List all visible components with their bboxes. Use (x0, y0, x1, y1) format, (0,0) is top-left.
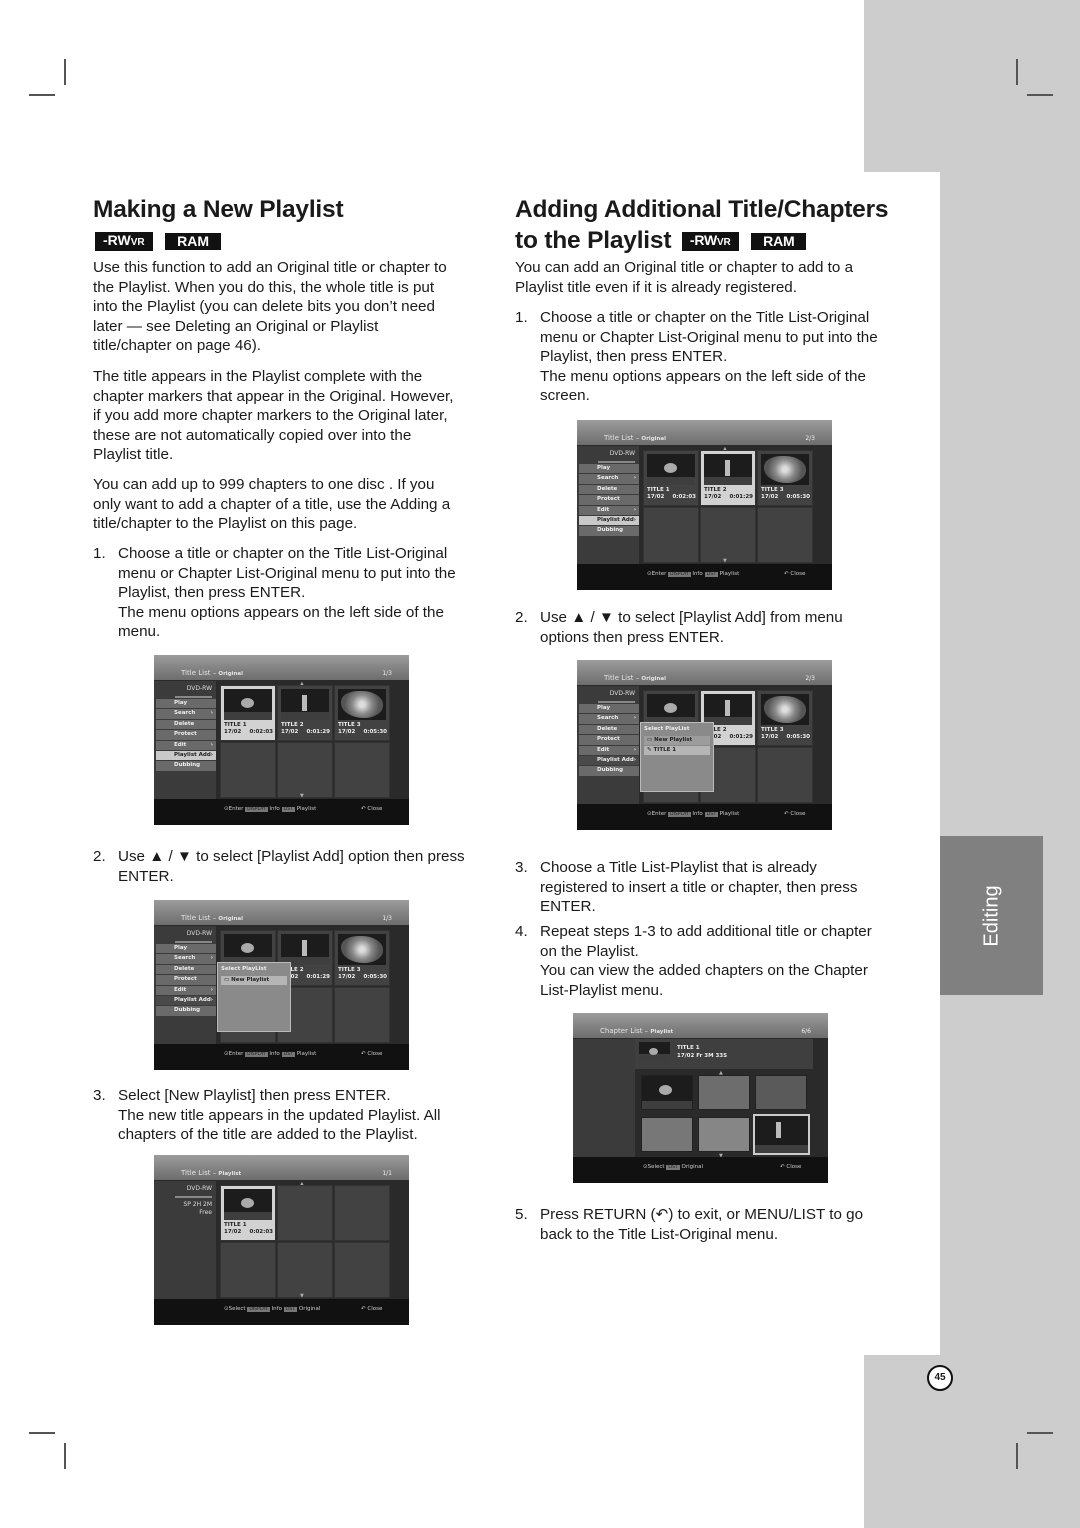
left-step-3: 3. Select [New Playlist] then press ENTE… (93, 1087, 441, 1144)
popup-title-1[interactable]: ✎ TITLE 1 (644, 746, 710, 755)
menu-playlist-add[interactable]: Playlist Add › (579, 755, 639, 766)
right-step-4: 4. Repeat steps 1-3 to add additional ti… (515, 923, 872, 999)
badge-rwvr: -RWVR (681, 232, 739, 252)
osd-screen-title-list-original-2: Title List – Original 2/3 DVD-RWSP 2H 2M… (577, 420, 832, 590)
crop-mark (1027, 94, 1053, 96)
menu-search[interactable]: Search › (156, 954, 216, 964)
osd-screen-select-playlist: Title List – Original 1/3 DVD-RWSP 2H 2M… (154, 900, 409, 1070)
osd-menu: Play Search › Delete Protect Edit › Playli… (156, 699, 216, 772)
badge-ram: RAM (751, 233, 807, 251)
menu-delete[interactable]: Delete (579, 724, 639, 735)
menu-search[interactable]: Search › (579, 714, 639, 724)
right-intro-paragraph: You can add an Original title or chapter… (515, 259, 854, 296)
section-heading-adding-additional: Adding Additional Title/Chapters to the … (515, 196, 889, 254)
chapter-thumb[interactable] (641, 1075, 693, 1110)
menu-protect[interactable]: Protect (579, 495, 639, 505)
osd-screen-title-list-original: Title List – Original 1/3 DVD-RWSP 2H 2M… (154, 655, 409, 825)
menu-protect[interactable]: Protect (579, 735, 639, 745)
menu-delete[interactable]: Delete (579, 484, 639, 495)
osd-screen-title-list-playlist: Title List – Playlist 1/1 DVD-RW SP 2H 2M… (154, 1155, 409, 1325)
menu-play[interactable]: Play (156, 944, 216, 954)
popup-new-playlist[interactable]: ▭ New Playlist (221, 976, 287, 985)
right-step-1: 1. Choose a title or chapter on the Titl… (515, 309, 878, 405)
menu-delete[interactable]: Delete (156, 964, 216, 975)
menu-playlist-add[interactable]: Playlist Add › (579, 515, 639, 526)
badge-rwvr: -RWVR (95, 232, 153, 251)
crop-mark (1016, 1443, 1018, 1469)
side-band-mid (940, 172, 1080, 1355)
chapter-markers-paragraph: The title appears in the Playlist comple… (93, 368, 454, 464)
editing-section-tab: Editing (940, 836, 1043, 995)
right-step-5: 5. Press RETURN (↶) to exit, or MENU/LIS… (515, 1206, 864, 1243)
menu-play[interactable]: Play (579, 464, 639, 474)
title-cell[interactable]: TITLE 1 17/02 0:02:03 (220, 685, 276, 741)
title-cell[interactable]: TITLE 1 17/02 0:02:03 (643, 450, 699, 506)
right-step-3: 3. Choose a Title List-Playlist that is … (515, 859, 858, 916)
crop-mark (1027, 1432, 1053, 1434)
page-number: 45 (927, 1365, 953, 1391)
popup-new-playlist[interactable]: ▭ New Playlist (644, 736, 710, 745)
chapter-limit-paragraph: You can add up to 999 chapters to one di… (93, 476, 451, 533)
chapter-thumb[interactable] (753, 1114, 810, 1155)
crop-mark (64, 1443, 66, 1469)
menu-edit[interactable]: Edit › (156, 740, 216, 750)
chapter-thumb[interactable] (755, 1075, 807, 1110)
title-cell[interactable]: TITLE 1 17/02 0:02:03 (220, 1185, 276, 1241)
chapter-thumb[interactable] (698, 1075, 750, 1110)
menu-search[interactable]: Search › (156, 709, 216, 719)
menu-playlist-add[interactable]: Playlist Add › (156, 995, 216, 1006)
menu-search[interactable]: Search › (579, 474, 639, 484)
side-band-bottom (864, 1355, 1080, 1528)
menu-dubbing[interactable]: Dubbing (579, 526, 639, 536)
right-step-2: 2. Use ▲ / ▼ to select [Playlist Add] fr… (515, 609, 843, 646)
menu-dubbing[interactable]: Dubbing (579, 766, 639, 776)
title-cell[interactable]: TITLE 2 17/02 0:01:29 (277, 685, 333, 741)
menu-edit[interactable]: Edit › (579, 745, 639, 755)
menu-dubbing[interactable]: Dubbing (156, 761, 216, 771)
crop-mark (64, 59, 66, 85)
title-cell[interactable]: TITLE 3 17/02 0:05:30 (757, 450, 813, 506)
menu-edit[interactable]: Edit › (156, 985, 216, 995)
crop-mark (29, 94, 55, 96)
intro-paragraph: Use this function to add an Original tit… (93, 259, 447, 355)
menu-playlist-add[interactable]: Playlist Add › (156, 750, 216, 761)
osd-screen-chapter-list-playlist: Chapter List – Playlist 6/6 TITLE 1 17/02… (573, 1013, 828, 1183)
title-cell[interactable]: TITLE 3 17/02 0:05:30 (334, 685, 390, 741)
badge-ram: RAM (165, 233, 221, 250)
side-band-top (864, 0, 1080, 172)
format-badges: -RWVR RAM (95, 232, 221, 251)
select-playlist-popup: Select PlayList ▭ New Playlist (217, 962, 291, 1032)
menu-dubbing[interactable]: Dubbing (156, 1006, 216, 1016)
osd-screen-select-playlist-2: Title List – Original 2/3 DVD-RWSP 2H 2M… (577, 660, 832, 830)
title-cell[interactable]: TITLE 2 17/02 0:01:29 (700, 450, 756, 506)
menu-protect[interactable]: Protect (156, 975, 216, 985)
menu-protect[interactable]: Protect (156, 730, 216, 740)
menu-edit[interactable]: Edit › (579, 505, 639, 515)
left-step-1: 1. Choose a title or chapter on the Titl… (93, 545, 456, 641)
crop-mark (29, 1432, 55, 1434)
section-heading-new-playlist: Making a New Playlist (93, 196, 344, 223)
menu-play[interactable]: Play (156, 699, 216, 709)
select-playlist-popup: Select PlayList ▭ New Playlist ✎ TITLE 1 (640, 722, 714, 792)
menu-delete[interactable]: Delete (156, 719, 216, 730)
crop-mark (1016, 59, 1018, 85)
chapter-thumb[interactable] (641, 1117, 693, 1152)
left-step-2: 2. Use ▲ / ▼ to select [Playlist Add] op… (93, 848, 465, 885)
menu-play[interactable]: Play (579, 704, 639, 714)
chapter-thumb[interactable] (698, 1117, 750, 1152)
